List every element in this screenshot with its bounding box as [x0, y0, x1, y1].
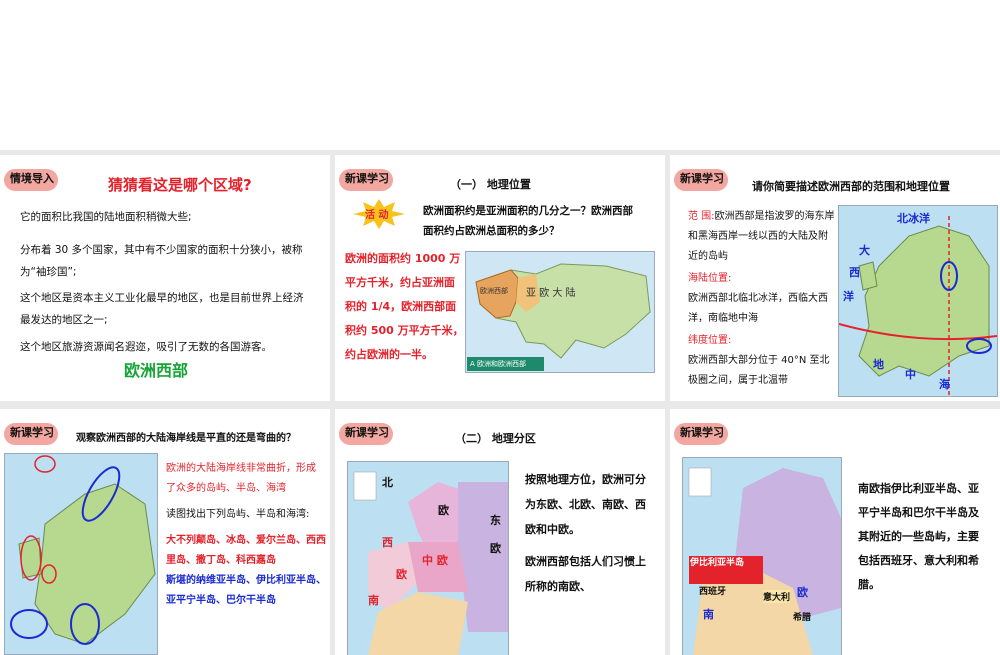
map-label-med-1: 地 [873, 358, 884, 371]
slide-south-europe[interactable]: 新课学习 伊比利亚半岛 西班牙 意大利 欧 南 希腊 南欧指伊比利亚半岛、亚平宁… [670, 409, 1000, 655]
clue-3: 这个地区是资本主义工业化最早的地区，也是目前世界上经济最发达的地区之一; [20, 292, 304, 326]
slide-heading: 观察欧洲西部的大陆海岸线是平直的还是弯曲的？ [76, 433, 296, 444]
question-text: 欧洲面积约是亚洲面积的几分之一？欧洲西部面积约占欧洲总面积的多少？ [423, 205, 633, 237]
slide-location[interactable]: 新课学习 （一） 地理位置 活 动 欧洲面积约是亚洲面积的几分之一？欧洲西部面积… [335, 155, 665, 401]
spain-label: 西班牙 [699, 587, 727, 597]
lat-text: 欧洲西部大部分位于 40°N 至北极圈之间，属于北温带 [688, 355, 830, 386]
answer-text: 欧洲的面积约 1000 万平方千米，约占亚洲面积的 1/4，欧洲西部面积约 50… [345, 252, 464, 361]
clue-1: 它的面积比我国的陆地面积稍微大些; [20, 211, 192, 223]
label-east-2: 欧 [490, 542, 501, 555]
regions-map: 北 欧 东 欧 西 中 欧 欧 南 [347, 461, 509, 655]
top-blank-area [0, 0, 1000, 150]
sea-label: 海陆位置: [688, 273, 732, 284]
greece-label: 希腊 [793, 613, 812, 623]
section-tag: 新课学习 [674, 423, 728, 445]
label-south: 南 [368, 594, 379, 607]
south-europe-map: 伊比利亚半岛 西班牙 意大利 欧 南 希腊 [682, 457, 842, 655]
map-west-label: 欧洲西部 [480, 287, 508, 295]
map-title: 亚 欧 大 陆 [526, 288, 576, 299]
lat-label: 纬度位置: [688, 335, 732, 346]
peninsulas-list: 斯堪的纳维亚半岛、伊比利亚半岛、亚平宁半岛、巴尔干半岛 [166, 575, 326, 606]
label-central: 中 欧 [422, 554, 448, 567]
map-label-arctic: 北冰洋 [897, 212, 930, 225]
iberia-label: 伊比利亚半岛 [689, 556, 763, 584]
label-west-1: 西 [382, 536, 393, 549]
coastline-map [4, 453, 158, 655]
section-tag: 新课学习 [674, 169, 728, 191]
italy-label: 意大利 [763, 590, 791, 603]
clue-2: 分布着 30 多个国家，其中有不少国家的面积十分狭小，被称为“袖珍国”; [20, 244, 303, 278]
section-tag: 情境导入 [4, 169, 58, 191]
label-north-2: 欧 [438, 504, 449, 517]
slide-heading: （二） 地理分区 [455, 432, 536, 445]
clue-4: 这个地区旅游资源闻名遐迩，吸引了无数的各国游客。 [20, 341, 272, 353]
section-tag: 新课学习 [339, 169, 393, 191]
map-label-atl-3: 洋 [843, 290, 854, 303]
slide-heading: （一） 地理位置 [450, 178, 531, 191]
map-caption: A 欧洲和欧洲西部 [467, 357, 544, 371]
south-label-2: 欧 [797, 586, 808, 599]
regions-text-1: 按照地理方位，欧洲可分为东欧、北欧、南欧、西欧和中欧。 [525, 473, 646, 536]
map-label-atl-2: 西 [849, 266, 860, 279]
label-north-1: 北 [382, 476, 393, 489]
islands-list: 大不列颠岛、冰岛、爱尔兰岛、西西里岛、撒丁岛、科西嘉岛 [166, 535, 326, 566]
label-east-1: 东 [490, 514, 501, 527]
activity-label: 活 动 [365, 210, 389, 221]
slide-intro[interactable]: 情境导入 猜猜看这是哪个区域? 它的面积比我国的陆地面积稍微大些; 分布着 30… [0, 155, 330, 401]
slide-title: 猜猜看这是哪个区域? [108, 176, 252, 194]
activity-burst-icon: 活 动 [353, 199, 405, 229]
instruction: 读图找出下列岛屿、半岛和海湾: [166, 509, 310, 520]
eurasia-map: 亚 欧 大 陆 欧洲西部 [465, 251, 655, 373]
label-west-2: 欧 [396, 568, 407, 581]
sea-text: 欧洲西部北临北冰洋，西临大西洋，南临地中海 [688, 293, 828, 324]
map-label-med-3: 海 [939, 378, 950, 391]
map-label-atl-1: 大 [859, 244, 870, 257]
section-tag: 新课学习 [339, 423, 393, 445]
europe-map: 北冰洋 大 西 洋 地 中 海 [838, 205, 998, 397]
range-label: 范 围: [688, 211, 715, 222]
slide-coastline[interactable]: 新课学习 观察欧洲西部的大陆海岸线是平直的还是弯曲的？ 欧洲的大陆海岸线非常曲折… [0, 409, 330, 655]
coast-statement: 欧洲的大陆海岸线非常曲折，形成了众多的岛屿、半岛、海湾 [166, 463, 316, 494]
section-tag: 新课学习 [4, 423, 58, 445]
regions-text-2: 欧洲西部包括人们习惯上所称的南欧、 [525, 555, 646, 593]
slide-heading: 请你简要描述欧洲西部的范围和地理位置 [752, 180, 950, 193]
map-label-med-2: 中 [905, 368, 916, 381]
south-text: 南欧指伊比利亚半岛、亚平宁半岛和巴尔干半岛及其附近的一些岛屿，主要包括西班牙、意… [858, 482, 979, 591]
range-block: 范 围:欧洲西部是指波罗的海东岸和黑海西岸一线以西的大陆及附近的岛屿 [688, 207, 836, 267]
south-label-1: 南 [703, 608, 714, 621]
answer: 欧洲西部 [124, 361, 189, 380]
slide-regions[interactable]: 新课学习 （二） 地理分区 北 欧 东 欧 西 中 欧 欧 南 按照地理方位，欧… [335, 409, 665, 655]
slide-range[interactable]: 新课学习 请你简要描述欧洲西部的范围和地理位置 范 围:欧洲西部是指波罗的海东岸… [670, 155, 1000, 401]
